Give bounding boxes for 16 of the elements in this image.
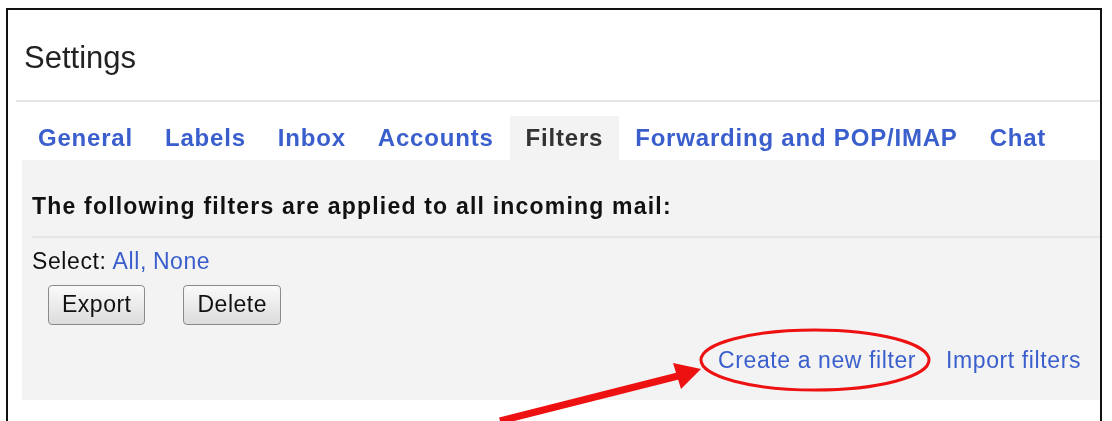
filter-action-button[interactable]: Delete	[183, 285, 281, 325]
settings-tab[interactable]: Chat	[973, 116, 1063, 160]
settings-tab[interactable]: Forwarding and POP/IMAP	[619, 116, 974, 160]
select-link[interactable]: All,	[112, 248, 147, 275]
filters-heading: The following filters are applied to all incoming mail:	[32, 192, 673, 221]
filter-link[interactable]: Import filters	[946, 347, 1081, 374]
settings-tab[interactable]: General	[22, 116, 149, 160]
filter-link[interactable]: Create a new filter	[718, 347, 917, 374]
settings-tab[interactable]: Inbox	[261, 116, 362, 160]
settings-title: Settings	[23, 39, 137, 77]
filter-action-button[interactable]: Export	[48, 285, 146, 325]
settings-tab[interactable]: Filters	[509, 116, 620, 160]
settings-tab[interactable]: Labels	[149, 116, 262, 160]
select-label: Select:	[32, 248, 107, 275]
settings-tab[interactable]: Accounts	[361, 116, 510, 160]
select-link[interactable]: None	[152, 248, 211, 275]
